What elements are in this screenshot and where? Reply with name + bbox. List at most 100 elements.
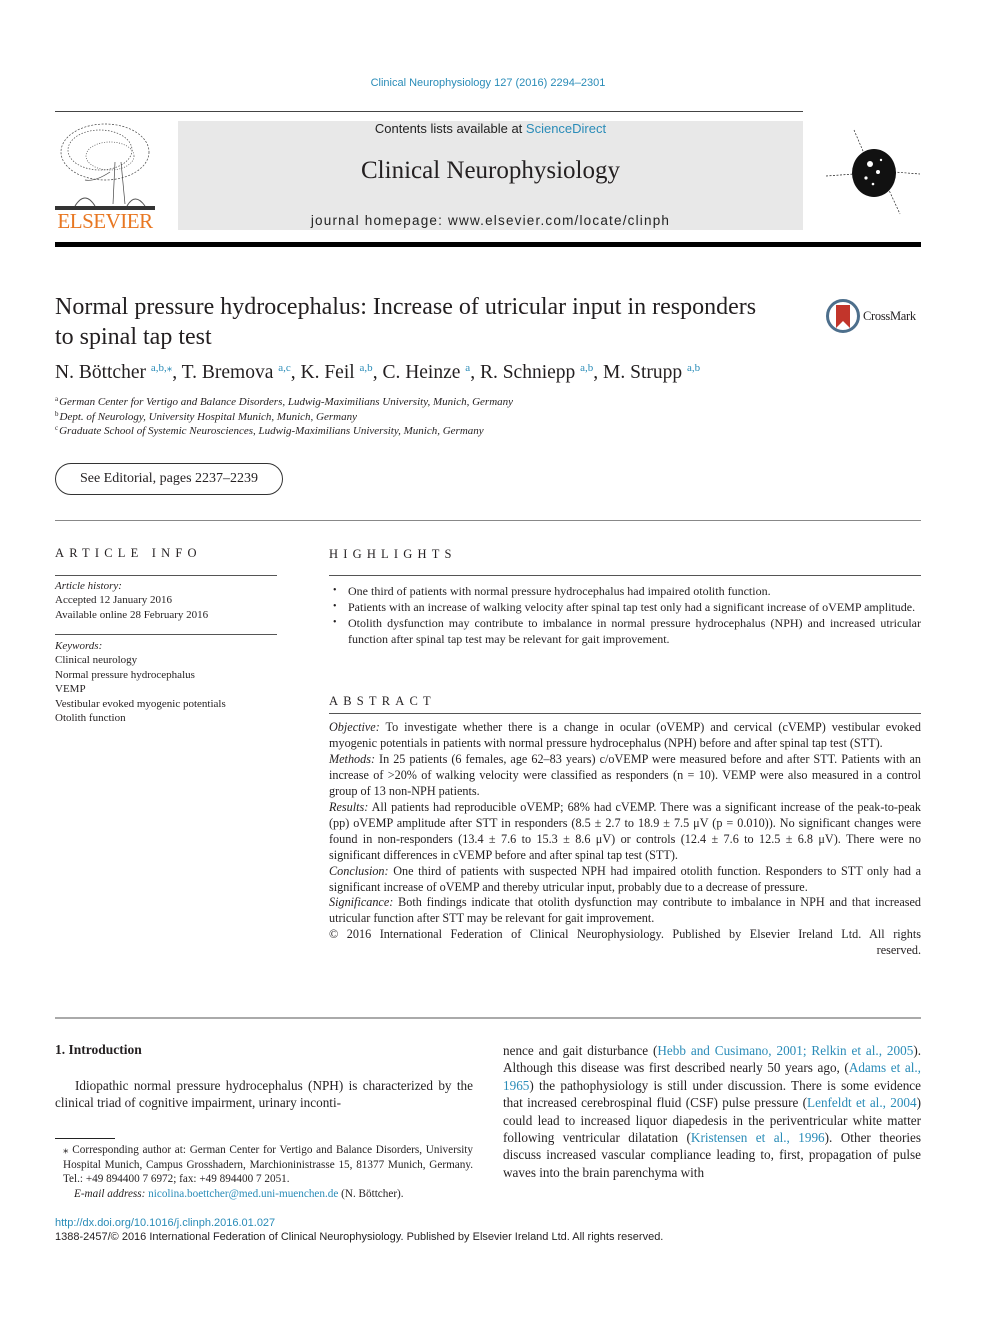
citation-link[interactable]: Lenfeldt et al., 2004 [807, 1095, 917, 1110]
abstract-label: Significance: [329, 895, 394, 910]
author[interactable]: R. Schniepp a,b [480, 362, 593, 383]
journal-title: Clinical Neurophysiology [361, 157, 620, 184]
abstract-section: Results: All patients had reproducible o… [329, 800, 921, 864]
section-rule [55, 520, 921, 521]
author-affiliation-sup[interactable]: a,b [360, 362, 373, 374]
abstract-label: Objective: [329, 720, 380, 734]
journal-homepage-link[interactable]: journal homepage: www.elsevier.com/locat… [178, 213, 803, 228]
keywords-label: Keywords: [55, 640, 103, 652]
introduction-right-column: nence and gait disturbance (Hebb and Cus… [503, 1042, 921, 1181]
article-title: Normal pressure hydrocephalus: Increase … [55, 294, 757, 350]
contents-available-line: Contents lists available at ScienceDirec… [178, 121, 803, 136]
crossmark-icon [826, 299, 860, 333]
abstract-rule [329, 713, 921, 714]
abstract-label: Methods: [329, 751, 376, 766]
author[interactable]: M. Strupp a,b [603, 362, 700, 383]
email-link[interactable]: nicolina.boettcher@med.uni-muenchen.de [148, 1188, 338, 1200]
abstract-section: Methods: In 25 patients (6 females, age … [329, 752, 921, 800]
email-label: E-mail address: [74, 1187, 149, 1200]
abstract-body: Objective: To investigate whether there … [329, 720, 921, 959]
body-text: nence and gait disturbance ( [503, 1043, 658, 1058]
keyword-item: Normal pressure hydrocephalus [55, 668, 195, 681]
citation-link[interactable]: Hebb and Cusimano, 2001; Relkin et al., … [657, 1043, 913, 1058]
abstract-text: To investigate whether there is a change… [329, 720, 921, 750]
history-item: Accepted 12 January 2016 [55, 594, 172, 607]
brain-globe-icon [825, 129, 921, 215]
highlight-item: Otolith dysfunction may contribute to im… [329, 615, 921, 647]
abstract-section: Significance: Both findings indicate tha… [329, 895, 921, 927]
email-suffix: (N. Böttcher). [338, 1187, 404, 1200]
corresponding-author-note: ⁎ Corresponding author at: German Center… [63, 1144, 473, 1186]
elsevier-tree-icon [55, 122, 155, 212]
author-affiliation-sup[interactable]: a,b,⁎ [151, 362, 172, 374]
elsevier-logo[interactable]: ELSEVIER [55, 122, 155, 234]
author-name: C. Heinze [382, 362, 461, 383]
sciencedirect-link[interactable]: ScienceDirect [526, 121, 606, 136]
highlights-list: One third of patients with normal pressu… [329, 583, 921, 647]
author[interactable]: C. Heinze a [382, 362, 470, 383]
affiliation-text: German Center for Vertigo and Balance Di… [59, 396, 514, 408]
affiliation-key: c [55, 424, 59, 432]
highlights-heading: HIGHLIGHTS [329, 547, 457, 561]
header-rule [55, 111, 803, 112]
author-affiliation-sup[interactable]: a,b [580, 362, 593, 374]
abstract-copyright: © 2016 International Federation of Clini… [329, 927, 921, 942]
abstract-label: Conclusion: [329, 863, 389, 878]
abstract-text: Both findings indicate that otolith dysf… [329, 895, 921, 926]
abstract-copyright-end: reserved. [876, 943, 921, 958]
citation-link[interactable]: Kristensen et al., 1996 [691, 1130, 825, 1145]
abstract-text: In 25 patients (6 females, age 62–83 yea… [329, 751, 921, 798]
highlight-item: Patients with an increase of walking vel… [329, 599, 921, 615]
abstract-label: Results: [329, 799, 369, 814]
author-name: T. Bremova [181, 362, 274, 383]
keyword-item: Otolith function [55, 712, 126, 725]
see-editorial-link[interactable]: See Editorial, pages 2237–2239 [55, 463, 283, 495]
issn-copyright: 1388-2457/© 2016 International Federatio… [55, 1231, 664, 1243]
abstract-section: Objective: To investigate whether there … [329, 720, 921, 752]
body-rule [55, 1017, 921, 1019]
abstract-text: All patients had reproducible oVEMP; 68%… [329, 799, 921, 862]
abstract-heading: ABSTRACT [329, 694, 436, 708]
author[interactable]: K. Feil a,b [301, 362, 373, 383]
author-affiliation-sup[interactable]: a,b [687, 362, 700, 374]
publisher-wordmark: ELSEVIER [57, 209, 153, 233]
affiliation: cGraduate School of Systemic Neuroscienc… [55, 424, 484, 437]
article-history: Article history: Accepted 12 January 201… [55, 579, 208, 622]
journal-cover-logo [825, 128, 921, 216]
affiliation-text: Dept. of Neurology, University Hospital … [59, 411, 357, 423]
doi-link[interactable]: http://dx.doi.org/10.1016/j.clinph.2016.… [55, 1217, 275, 1229]
author-affiliation-sup[interactable]: a,c [278, 362, 291, 374]
footnote: ⁎ Corresponding author at: German Center… [55, 1143, 473, 1201]
author[interactable]: T. Bremova a,c [182, 362, 291, 383]
affiliation-key: a [55, 395, 59, 403]
history-item: Available online 28 February 2016 [55, 608, 209, 621]
article-history-label: Article history: [55, 580, 122, 592]
footnote-rule [55, 1138, 115, 1139]
article-info-heading: ARTICLE INFO [55, 546, 202, 560]
crossmark-label: CrossMark [863, 308, 916, 323]
keyword-item: Clinical neurology [55, 654, 138, 667]
author-name: N. Böttcher [55, 362, 146, 383]
article-info-rule [55, 575, 277, 576]
affiliation-key: b [55, 410, 59, 418]
author-affiliation-sup[interactable]: a [465, 362, 470, 374]
keyword-item: VEMP [55, 683, 86, 696]
keywords: Keywords: Clinical neurology Normal pres… [55, 639, 226, 725]
author-name: R. Schniepp [479, 362, 576, 383]
abstract-text: One third of patients with suspected NPH… [329, 863, 921, 894]
author-name: K. Feil [300, 362, 355, 383]
contents-prefix: Contents lists available at [374, 121, 526, 136]
crossmark-button[interactable]: CrossMark [826, 298, 926, 334]
affiliation: bDept. of Neurology, University Hospital… [55, 410, 357, 423]
introduction-heading: 1. Introduction [55, 1042, 142, 1057]
journal-reference-link[interactable]: Clinical Neurophysiology 127 (2016) 2294… [0, 77, 976, 89]
highlights-rule [329, 575, 921, 576]
abstract-section: Conclusion: One third of patients with s… [329, 864, 921, 896]
author[interactable]: N. Böttcher a,b,⁎ [55, 362, 172, 383]
keywords-rule [55, 634, 277, 635]
email-line: E-mail address: nicolina.boettcher@med.u… [55, 1187, 473, 1202]
journal-banner: Contents lists available at ScienceDirec… [178, 121, 803, 230]
header-thick-rule [55, 242, 921, 247]
introduction-left-column: Idiopathic normal pressure hydrocephalus… [55, 1078, 473, 1111]
author-name: M. Strupp [603, 362, 683, 383]
